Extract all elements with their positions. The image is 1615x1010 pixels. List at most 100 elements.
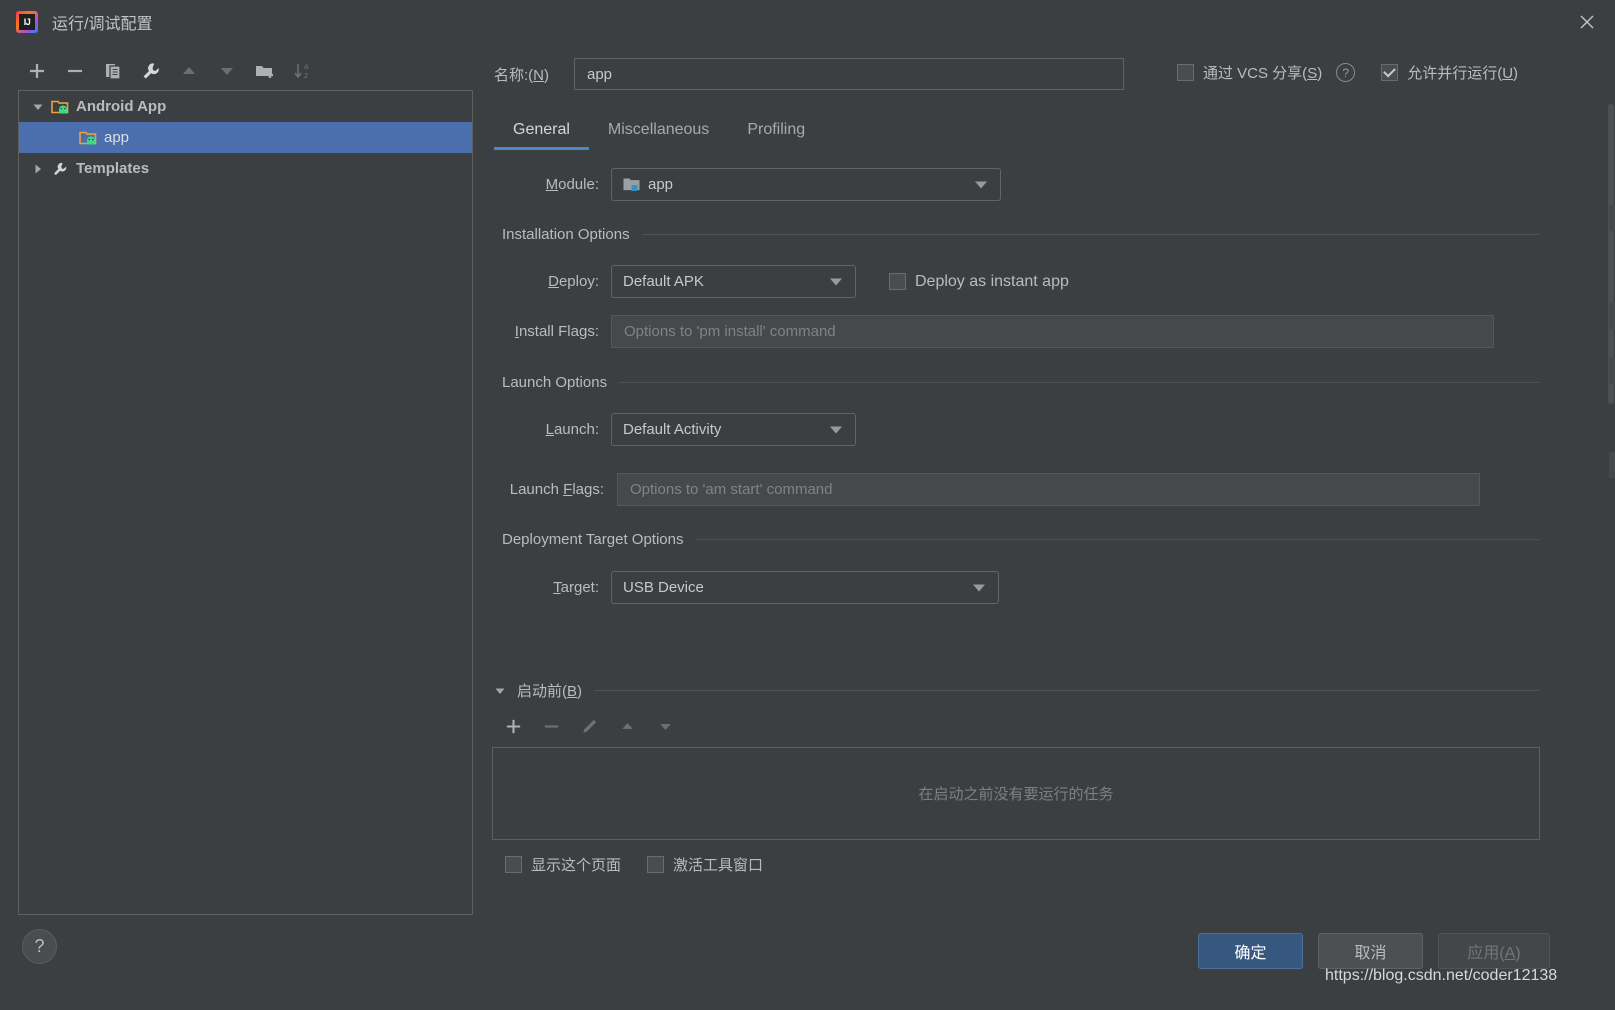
target-value: USB Device (623, 579, 704, 596)
chevron-down-icon[interactable] (830, 426, 842, 433)
deploy-as-instant-app-label: Deploy as instant app (915, 272, 1069, 290)
tree-node-label: Templates (76, 160, 150, 177)
installation-options-title: Installation Options (502, 226, 630, 243)
launch-value: Default Activity (623, 421, 722, 438)
ok-button-label: 确定 (1234, 945, 1267, 962)
cancel-button-label: 取消 (1354, 945, 1387, 962)
header-options: 通过 VCS 分享(S) ? 允许并行运行(U) (1177, 62, 1518, 83)
twisty-collapsed-icon[interactable] (27, 163, 49, 175)
name-label-text: 名称:( (494, 67, 534, 84)
share-through-vcs-checkbox[interactable] (1177, 64, 1194, 81)
before-launch-options: 显示这个页面 激活工具窗口 (505, 854, 763, 875)
module-row: Module: app (494, 168, 1001, 201)
svg-text:a: a (304, 62, 309, 71)
name-label-tail: ) (544, 67, 550, 84)
tab-general[interactable]: General (494, 110, 589, 150)
share-through-vcs-label: 通过 VCS 分享(S) (1203, 65, 1323, 82)
launch-flags-input[interactable]: Options to 'am start' command (617, 473, 1480, 506)
install-flags-row: Install Flags: Options to 'pm install' c… (494, 315, 1494, 348)
tree-node-templates[interactable]: Templates (19, 153, 472, 184)
launch-flags-row: Launch Flags: Options to 'am start' comm… (494, 473, 1480, 506)
vertical-scrollbar[interactable] (1606, 44, 1615, 924)
title-bar: 运行/调试配置 (0, 0, 1615, 44)
sort-az-icon[interactable]: a z (284, 52, 322, 90)
deploy-as-instant-app-checkbox[interactable] (889, 273, 906, 290)
pencil-icon[interactable] (570, 710, 608, 742)
configurations-tree[interactable]: Android App app Templates (18, 90, 473, 915)
copy-icon[interactable] (94, 52, 132, 90)
wrench-icon[interactable] (132, 52, 170, 90)
name-input-value: app (587, 65, 613, 83)
scroll-edge-marker (1609, 303, 1615, 329)
folder-add-icon[interactable] (246, 52, 284, 90)
module-combobox[interactable]: app (611, 168, 1001, 201)
apply-button[interactable]: 应用(A) (1438, 933, 1550, 969)
module-label: Module: (545, 176, 599, 193)
activate-tool-window-label: 激活工具窗口 (673, 857, 764, 874)
tab-profiling[interactable]: Profiling (728, 110, 824, 150)
vcs-help-icon[interactable]: ? (1336, 63, 1356, 82)
dialog-footer: 确定 取消 应用(A) (0, 930, 1615, 980)
tree-node-label: Android App (76, 98, 167, 115)
deploy-row: Deploy: Default APK Deploy as instant ap… (494, 265, 1069, 298)
scroll-edge-marker (1609, 358, 1615, 384)
activate-tool-window-checkbox[interactable] (647, 856, 665, 873)
intellij-idea-logo-icon (16, 11, 38, 33)
chevron-down-icon[interactable] (830, 278, 842, 285)
target-combobox[interactable]: USB Device (611, 571, 999, 604)
group-divider (641, 234, 1539, 235)
arrow-up-icon[interactable] (608, 710, 646, 742)
ok-button[interactable]: 确定 (1198, 933, 1303, 969)
before-launch-toolbar (494, 710, 794, 742)
before-launch-header[interactable]: 启动前(B) (494, 680, 1539, 701)
arrow-down-icon[interactable] (646, 710, 684, 742)
group-divider (619, 382, 1539, 383)
launch-row: Launch: Default Activity (494, 413, 856, 446)
launch-label: Launch: (545, 421, 599, 438)
install-flags-input[interactable]: Options to 'pm install' command (611, 315, 1494, 348)
before-launch-task-list[interactable]: 在启动之前没有要运行的任务 (492, 747, 1540, 840)
chevron-down-icon[interactable] (973, 584, 985, 591)
minus-icon[interactable] (56, 52, 94, 90)
target-label: Target: (553, 579, 599, 596)
tree-node-android-app[interactable]: Android App (19, 91, 472, 122)
minus-icon[interactable] (532, 710, 570, 742)
target-row: Target: USB Device (494, 571, 999, 604)
deploy-combobox[interactable]: Default APK (611, 265, 856, 298)
allow-parallel-run-label: 允许并行运行(U) (1407, 65, 1519, 82)
name-input[interactable]: app (574, 58, 1124, 90)
android-folder-icon (77, 130, 99, 146)
scroll-edge-marker (1609, 452, 1615, 478)
before-launch-title: 启动前(B) (517, 683, 583, 700)
plus-icon[interactable] (494, 710, 532, 742)
cancel-button[interactable]: 取消 (1318, 933, 1423, 969)
config-tabs: General Miscellaneous Profiling (494, 110, 824, 150)
chevron-down-icon[interactable] (975, 181, 987, 188)
plus-icon[interactable] (18, 52, 56, 90)
launch-flags-label: Launch Flags: (509, 481, 604, 498)
group-divider (594, 690, 1539, 691)
close-icon[interactable] (1559, 0, 1615, 44)
show-this-page-checkbox[interactable] (505, 856, 522, 873)
deploy-label: Deploy: (548, 273, 599, 290)
arrow-down-icon[interactable] (208, 52, 246, 90)
twisty-expanded-icon[interactable] (494, 685, 506, 697)
tab-miscellaneous[interactable]: Miscellaneous (589, 110, 728, 150)
deployment-target-options-title: Deployment Target Options (502, 531, 684, 548)
deploy-value: Default APK (623, 273, 704, 290)
arrow-up-icon[interactable] (170, 52, 208, 90)
name-label-mnemonic: N (533, 67, 545, 84)
installation-options-group: Installation Options (502, 226, 1539, 243)
allow-parallel-run-checkbox[interactable] (1381, 64, 1399, 81)
dialog-title: 运行/调试配置 (52, 16, 153, 33)
scroll-edge-marker (1609, 205, 1615, 231)
launch-options-group: Launch Options (502, 374, 1539, 391)
launch-flags-placeholder: Options to 'am start' command (630, 481, 833, 498)
twisty-expanded-icon[interactable] (27, 101, 49, 113)
tree-node-app[interactable]: app (19, 122, 472, 153)
android-folder-icon (49, 99, 71, 115)
show-this-page-label: 显示这个页面 (531, 857, 622, 874)
apply-button-label: 应用(A) (1467, 945, 1521, 962)
launch-combobox[interactable]: Default Activity (611, 413, 856, 446)
module-icon (623, 177, 640, 192)
